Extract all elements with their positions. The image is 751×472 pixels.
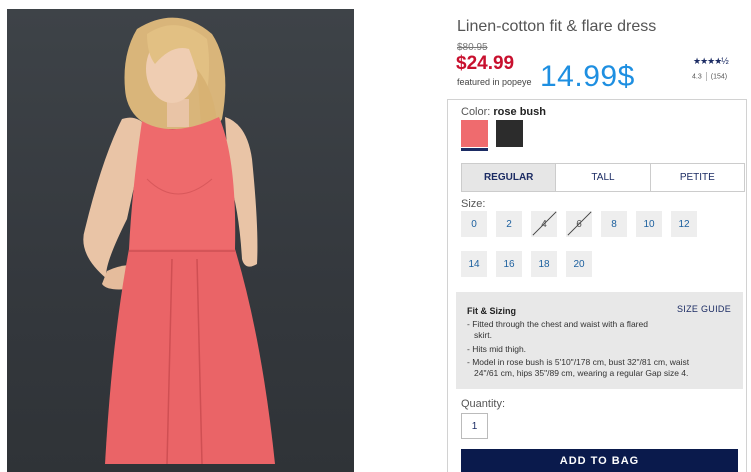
tab-regular[interactable]: REGULAR [462,164,557,191]
fit-sizing-heading: Fit & Sizing [467,306,516,316]
product-options-panel [447,99,747,472]
size-button-14[interactable]: 14 [461,251,487,277]
color-swatch-black[interactable] [496,120,523,147]
selected-color-name: rose bush [493,106,546,118]
tab-petite[interactable]: PETITE [651,164,744,191]
fit-detail-line: - Fitted through the chest and waist wit… [467,319,648,329]
color-label: Color: rose bush [461,106,546,118]
size-button-20[interactable]: 20 [566,251,592,277]
size-button-0[interactable]: 0 [461,211,487,237]
size-label: Size: [461,198,486,210]
tab-tall[interactable]: TALL [556,164,651,191]
selected-swatch-indicator [461,148,488,151]
fit-detail-line: - Hits mid thigh. [467,344,527,354]
size-button-16[interactable]: 16 [496,251,522,277]
product-photo[interactable] [7,9,354,472]
fit-detail-line: 24"/61 cm, hips 35"/89 cm, wearing a reg… [474,368,689,378]
color-label-text: Color: [461,106,491,118]
size-button-6-unavailable[interactable]: 6 [566,211,592,237]
quantity-input[interactable] [461,413,488,439]
rating-score: 4.3 [692,73,702,81]
rating-stars-icon[interactable]: ★★★★½ [693,56,729,67]
size-button-18[interactable]: 18 [531,251,557,277]
model-illustration [83,17,275,465]
featured-note: featured in popeye [457,77,532,87]
sale-price: $24.99 [456,53,515,74]
review-count[interactable]: (154) [711,73,727,80]
size-button-4-unavailable[interactable]: 4 [531,211,557,237]
quantity-label: Quantity: [461,398,506,410]
fit-detail-line: - Model in rose bush is 5'10"/178 cm, bu… [467,357,690,367]
size-button-10[interactable]: 10 [636,211,662,237]
color-swatch-rose-bush[interactable] [461,120,488,147]
fit-detail-line: skirt. [474,330,492,340]
add-to-bag-button[interactable]: ADD TO BAG [461,449,738,472]
original-price: $80.95 [457,42,488,53]
fit-tabs: REGULAR TALL PETITE [461,163,745,192]
product-title: Linen-cotton fit & flare dress [457,18,657,35]
promo-price: 14.99$ [540,60,635,93]
size-guide-link[interactable]: SIZE GUIDE [677,304,731,314]
rating-meta[interactable]: 4.3 (154) [692,72,727,81]
size-button-8[interactable]: 8 [601,211,627,237]
divider [705,72,707,81]
size-button-2[interactable]: 2 [496,211,522,237]
size-button-12[interactable]: 12 [671,211,697,237]
